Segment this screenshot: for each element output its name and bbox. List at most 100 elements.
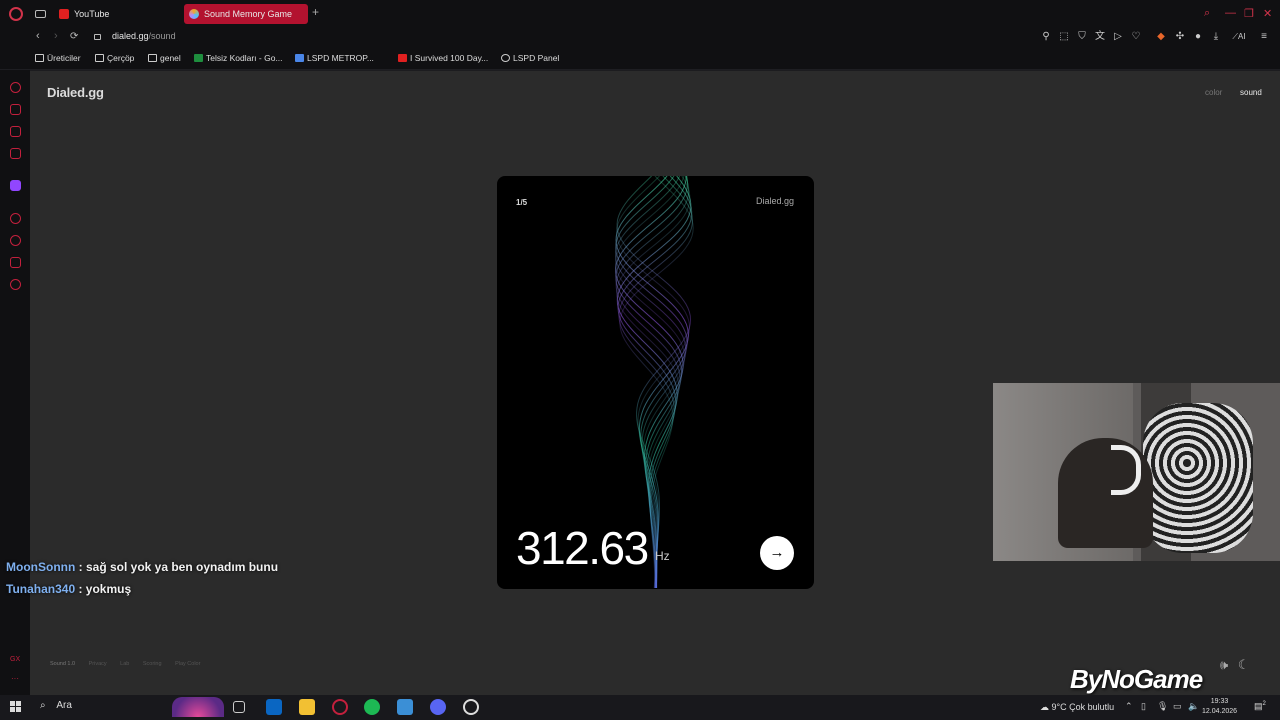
bookmark-item[interactable]: LSPD Panel (501, 53, 559, 63)
messenger-icon[interactable] (10, 126, 21, 137)
task-view-icon[interactable] (233, 701, 245, 713)
profile-icon[interactable]: ● (1192, 31, 1204, 43)
webcam-person (1058, 438, 1153, 548)
opera-gx-taskbar-icon[interactable] (332, 699, 348, 715)
heart-icon[interactable]: ♡ (1130, 31, 1142, 43)
store-icon[interactable] (266, 699, 282, 715)
file-explorer-icon[interactable] (299, 699, 315, 715)
site-logo[interactable]: Dialed.gg (47, 85, 104, 100)
youtube-icon (59, 9, 69, 19)
url-field[interactable]: dialed.gg/sound (112, 31, 176, 41)
tab-youtube[interactable]: YouTube (54, 4, 179, 24)
tray-chevron-icon[interactable]: ⌃ (1125, 701, 1133, 712)
menu-icon[interactable]: ≡ (1258, 31, 1270, 43)
spotify-icon[interactable] (364, 699, 380, 715)
folder-icon (148, 54, 157, 62)
speaker-icon[interactable]: 🔈 (1188, 701, 1199, 712)
search-highlight-icon[interactable] (172, 697, 224, 717)
new-tab-icon[interactable]: + (312, 5, 319, 19)
webcam-headphones (1111, 445, 1141, 495)
tab-label: YouTube (74, 9, 110, 19)
player-icon[interactable] (10, 213, 21, 224)
chat-text: : yokmuş (75, 582, 132, 596)
bookmark-item[interactable]: LSPD METROP... (295, 53, 374, 63)
wallet-icon[interactable] (10, 104, 21, 115)
opera-menu-icon[interactable] (9, 7, 23, 21)
chat-username: MoonSonnn (6, 560, 76, 574)
footer-link[interactable]: Privacy (89, 661, 107, 667)
windows-start-icon[interactable] (10, 701, 22, 713)
speaker-icon (189, 9, 199, 19)
extension-fox-icon[interactable]: ◆ (1155, 31, 1167, 43)
folder-icon (35, 54, 44, 62)
vpn-shield-icon[interactable]: ⛉ (1076, 31, 1088, 43)
reload-icon[interactable]: ⟳ (70, 31, 78, 42)
address-bar-row: ‹ › ⟳ dialed.gg/sound ⚲ ⬚ ⛉ 文 ▷ ♡ ◆ ✣ ● … (0, 28, 1280, 48)
maximize-icon[interactable]: ❐ (1244, 7, 1254, 20)
footer-link[interactable]: Play Color (175, 661, 200, 667)
extensions-icon[interactable]: ✣ (1174, 31, 1186, 43)
globe-icon (501, 54, 510, 62)
app-icon[interactable] (397, 699, 413, 715)
footer-link[interactable]: Lab (120, 661, 129, 667)
volume-icon[interactable]: 🕪 (1220, 657, 1228, 672)
microphone-icon[interactable]: 🎙 (1157, 701, 1168, 712)
aria-icon[interactable] (10, 82, 21, 93)
chat-message: Tunahan340 : yokmuş (6, 582, 131, 596)
bookmark-item[interactable]: I Survived 100 Day... (398, 53, 488, 63)
bookmark-item[interactable]: Telsiz Kodları - Go... (194, 53, 283, 63)
youtube-icon (398, 54, 407, 62)
bookmark-label: I Survived 100 Day... (410, 53, 489, 63)
aria-ai-icon[interactable]: ⟋AI (1230, 31, 1248, 43)
clock-time: 19:33 (1210, 698, 1229, 705)
bookmark-label: Üreticiler (47, 53, 81, 63)
player-icon[interactable]: ▷ (1112, 31, 1124, 43)
notification-count: 2 (1262, 701, 1266, 707)
footer-link[interactable]: Scoring (143, 661, 162, 667)
more-icon[interactable]: ··· (11, 674, 19, 683)
clock[interactable]: 19:33 12.04.2026 (1202, 697, 1237, 717)
chat-username: Tunahan340 (6, 582, 76, 596)
dark-mode-icon[interactable]: ☾ (1238, 657, 1250, 672)
footer-link[interactable]: Sound 1.0 (50, 661, 75, 667)
bookmark-label: Çerçöp (107, 53, 135, 63)
taskbar-search[interactable]: ⌕ Ara (40, 700, 72, 711)
download-icon[interactable]: ⤓ (1210, 31, 1222, 43)
bookmark-label: Telsiz Kodları - Go... (206, 53, 283, 63)
discord-icon[interactable] (430, 699, 446, 715)
search-placeholder: Ara (56, 700, 72, 711)
next-button[interactable]: → (760, 536, 794, 570)
twitch-icon[interactable] (10, 180, 21, 191)
bookmark-pin-icon[interactable]: ⚲ (1040, 31, 1052, 43)
notification-center-icon[interactable]: ▤2 (1254, 701, 1266, 712)
bookmark-label: genel (160, 53, 181, 63)
tray-app-icon[interactable]: ▯ (1141, 701, 1146, 712)
clock-date: 12.04.2026 (1202, 708, 1238, 715)
settings-icon[interactable] (10, 279, 21, 290)
back-icon[interactable]: ‹ (36, 30, 40, 42)
bookmark-item[interactable]: genel (148, 53, 181, 63)
bookmark-item[interactable]: Çerçöp (95, 53, 134, 63)
weather-widget[interactable]: ☁ 9°C Çok bulutlu (1040, 702, 1114, 713)
bookmark-item[interactable]: Üreticiler (35, 53, 81, 63)
forward-icon[interactable]: › (54, 30, 58, 42)
search-tabs-icon[interactable]: ⌕ (1204, 7, 1210, 20)
minimize-icon[interactable]: — (1225, 7, 1236, 19)
network-icon[interactable]: ▭ (1173, 701, 1182, 712)
snapshot-icon[interactable]: ⬚ (1058, 31, 1070, 43)
tab-overview-icon[interactable] (35, 10, 46, 18)
pinboard-icon[interactable] (10, 257, 21, 268)
history-icon[interactable] (10, 235, 21, 246)
obs-icon[interactable] (463, 699, 479, 715)
card-brand: Dialed.gg (755, 196, 794, 206)
nav-link-color[interactable]: color (1205, 88, 1222, 97)
nav-link-sound[interactable]: sound (1240, 88, 1262, 97)
channel-watermark: ByNoGame (1070, 664, 1203, 694)
whatsapp-icon[interactable] (10, 148, 21, 159)
sound-card: 1/5 Dialed.gg 312.63 Hz → (497, 176, 814, 589)
gx-icon[interactable]: GX (10, 656, 20, 663)
round-progress: 1/5 (516, 198, 528, 207)
translate-icon[interactable]: 文 (1094, 31, 1106, 43)
close-icon[interactable]: ✕ (1263, 7, 1272, 20)
tab-sound-memory-game[interactable]: Sound Memory Game (184, 4, 308, 24)
